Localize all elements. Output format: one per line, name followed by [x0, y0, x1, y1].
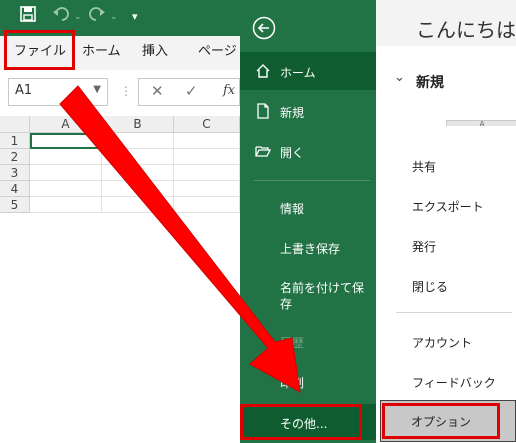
red-arrow-icon	[59, 85, 301, 393]
